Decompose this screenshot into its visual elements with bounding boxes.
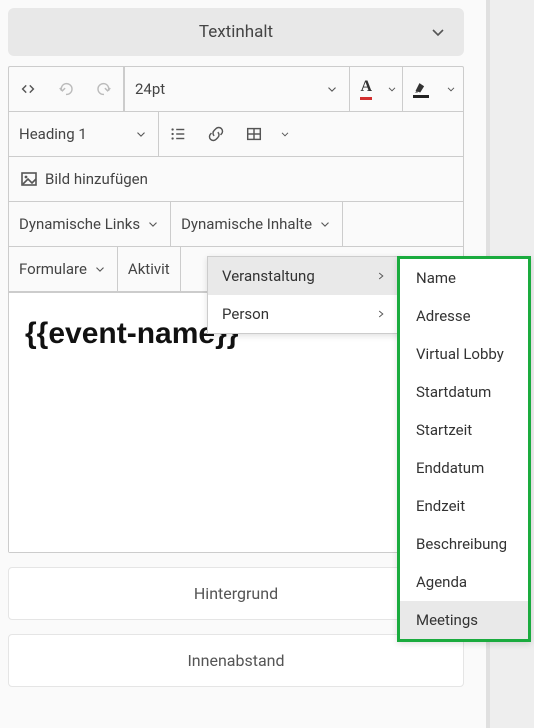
font-size-value: 24pt	[135, 80, 165, 98]
chevron-down-icon	[325, 82, 339, 96]
menu-item-veranstaltung[interactable]: Veranstaltung	[208, 257, 401, 295]
chevron-right-icon	[375, 270, 387, 282]
chevron-down-icon	[318, 217, 332, 231]
dynamic-content-menu: Veranstaltung Person	[207, 256, 402, 334]
heading-value: Heading 1	[19, 125, 87, 143]
section-title: Textinhalt	[24, 22, 448, 42]
chevron-down-icon	[93, 262, 107, 276]
menu-item-label: Person	[222, 305, 269, 323]
table-dropdown[interactable]	[273, 112, 297, 156]
undo-icon	[57, 80, 75, 98]
submenu-item[interactable]: Adresse	[400, 297, 528, 335]
undo-button[interactable]	[47, 67, 85, 111]
redo-icon	[95, 80, 113, 98]
submenu-item[interactable]: Endzeit	[400, 487, 528, 525]
highlight-color-dropdown[interactable]	[439, 67, 463, 111]
submenu-item[interactable]: Virtual Lobby	[400, 335, 528, 373]
table-button[interactable]	[235, 112, 273, 156]
submenu-item[interactable]: Agenda	[400, 563, 528, 601]
text-color-dropdown[interactable]	[382, 67, 403, 111]
submenu-item[interactable]: Startdatum	[400, 373, 528, 411]
link-icon	[207, 125, 225, 143]
section-header-padding[interactable]: Innenabstand	[8, 634, 464, 687]
text-color-icon: A	[360, 78, 372, 100]
image-icon	[19, 169, 39, 189]
table-icon	[245, 125, 263, 143]
submenu-item[interactable]: Enddatum	[400, 449, 528, 487]
section-padding-label: Innenabstand	[187, 651, 284, 670]
chevron-down-icon	[445, 83, 457, 95]
code-icon	[19, 80, 37, 98]
dynamic-links-label: Dynamische Links	[19, 215, 140, 233]
chevron-down-icon	[146, 217, 160, 231]
code-view-button[interactable]	[9, 67, 47, 111]
submenu-item[interactable]: Startzeit	[400, 411, 528, 449]
dynamic-content-dropdown[interactable]: Dynamische Inhalte	[171, 202, 343, 246]
section-header-textinhalt[interactable]: Textinhalt	[8, 8, 464, 56]
section-background-label: Hintergrund	[194, 584, 278, 603]
highlight-icon	[413, 80, 429, 98]
forms-dropdown[interactable]: Formulare	[9, 247, 118, 291]
link-button[interactable]	[197, 112, 235, 156]
menu-item-label: Veranstaltung	[222, 267, 315, 285]
list-button[interactable]	[159, 112, 197, 156]
list-icon	[169, 125, 187, 143]
text-color-button[interactable]: A	[350, 67, 382, 111]
submenu-item[interactable]: Name	[400, 259, 528, 297]
chevron-down-icon	[134, 127, 148, 141]
highlight-color-button[interactable]	[403, 67, 439, 111]
add-image-label: Bild hinzufügen	[45, 170, 148, 188]
chevron-down-icon	[386, 83, 398, 95]
font-size-select[interactable]: 24pt	[125, 67, 350, 111]
chevron-down-icon	[428, 22, 448, 42]
forms-label: Formulare	[19, 260, 87, 278]
chevron-down-icon	[279, 128, 291, 140]
code-undo-redo-group	[9, 67, 125, 111]
chevron-right-icon	[375, 308, 387, 320]
menu-item-person[interactable]: Person	[208, 295, 401, 333]
dynamic-content-label: Dynamische Inhalte	[181, 215, 312, 233]
activities-dropdown[interactable]: Aktivit	[118, 247, 181, 291]
redo-button[interactable]	[85, 67, 124, 111]
submenu-item[interactable]: Meetings	[400, 601, 528, 639]
heading-select[interactable]: Heading 1	[9, 112, 159, 156]
dynamic-links-dropdown[interactable]: Dynamische Links	[9, 202, 171, 246]
activities-label: Aktivit	[128, 260, 170, 278]
submenu-item[interactable]: Beschreibung	[400, 525, 528, 563]
section-header-background[interactable]: Hintergrund	[8, 567, 464, 620]
add-image-button[interactable]: Bild hinzufügen	[9, 157, 158, 201]
veranstaltung-submenu: NameAdresseVirtual LobbyStartdatumStartz…	[397, 256, 531, 642]
